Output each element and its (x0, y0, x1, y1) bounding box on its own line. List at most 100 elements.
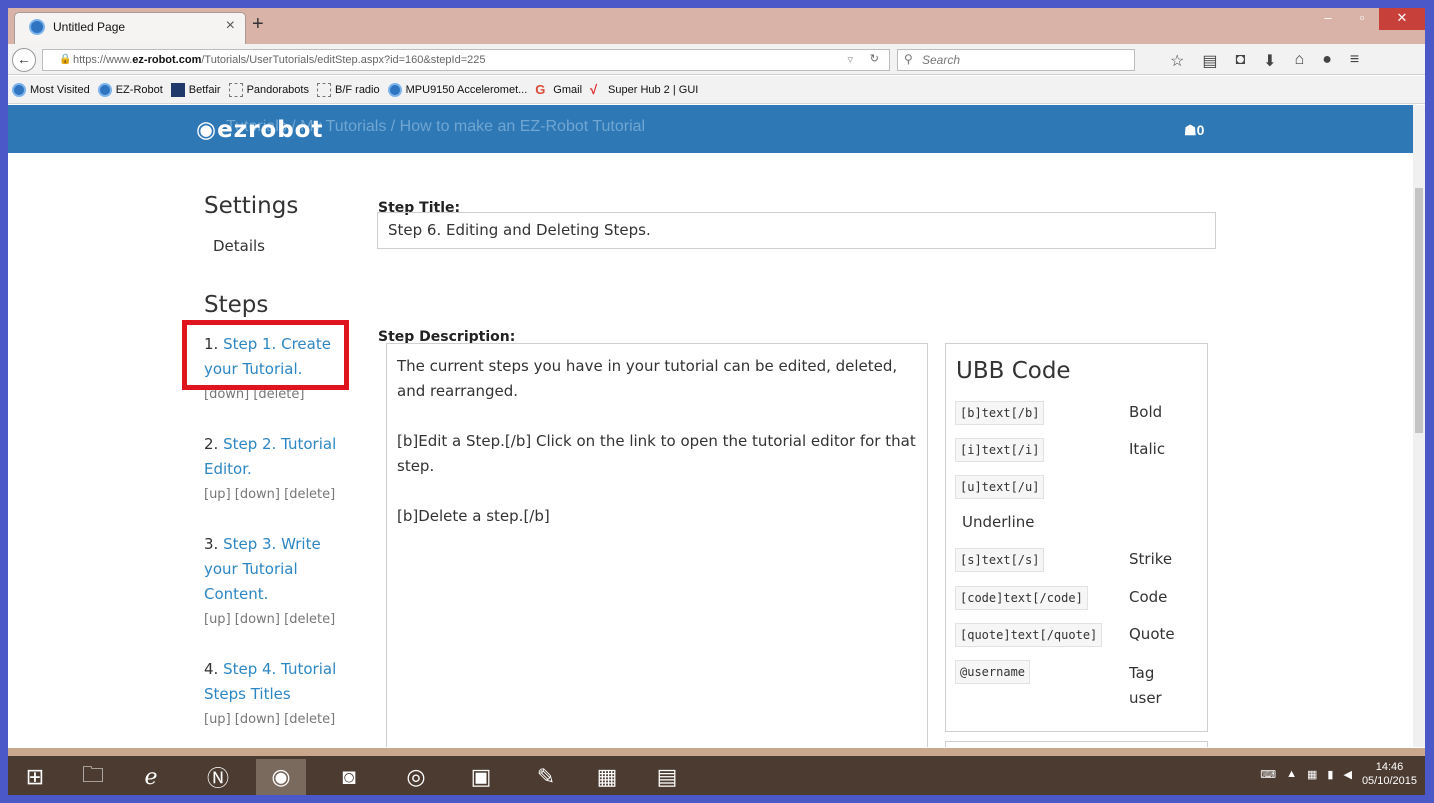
folder-icon (228, 82, 243, 97)
ubb-code: [quote]text[/quote] (955, 623, 1103, 647)
browser-tab[interactable]: Untitled Page × (14, 12, 246, 44)
restore-button[interactable]: ▫ (1345, 8, 1379, 30)
camera-icon[interactable]: ◎ (391, 759, 441, 795)
download-icon[interactable]: ⬇ (1263, 51, 1276, 71)
scrollbar-thumb[interactable] (1415, 188, 1423, 433)
ezrobot-icon (387, 82, 402, 97)
search-placeholder: Search (922, 53, 961, 67)
ubb-desc: Strike (1129, 550, 1173, 568)
cart-indicator[interactable]: ☗0 (1184, 122, 1204, 139)
ubb-desc: Italic (1129, 440, 1166, 458)
file-explorer-icon[interactable]: 🗀 (68, 759, 118, 795)
internet-explorer-icon[interactable]: ℯ (126, 759, 176, 795)
url-domain: ez-robot.com (132, 54, 202, 66)
pocket-icon[interactable]: ◘ (1235, 51, 1245, 71)
browser-window: Untitled Page × + – ▫ ✕ ← 🔒 https://www.… (8, 8, 1425, 795)
ezrobot-icon (97, 82, 112, 97)
back-button[interactable]: ← (12, 48, 36, 72)
google-icon: G (535, 81, 546, 97)
step-item: 4. Step 4. Tutorial Steps Titles (204, 660, 337, 703)
bookmark-betfair[interactable]: Betfair (170, 82, 221, 97)
bookmark-star-icon[interactable]: ☆ (1170, 51, 1184, 71)
tab-strip: Untitled Page × + – ▫ ✕ (8, 8, 1425, 44)
site-header: Tutorials / My Tutorials / How to make a… (8, 105, 1413, 153)
favicon-icon (29, 19, 45, 35)
step-title-input[interactable]: Step 6. Editing and Deleting Steps. (377, 212, 1216, 249)
bookmark-gmail[interactable]: G Gmail (535, 81, 582, 97)
page-content: Settings Details Steps 1. Step 1. Create… (8, 153, 1413, 747)
volume-icon[interactable]: ◀ (1343, 768, 1351, 781)
clock-time: 14:46 (1375, 761, 1404, 773)
ubb-desc: Tag user (1129, 664, 1162, 707)
chat-icon[interactable]: ● (1322, 51, 1332, 71)
bookmark-bf-radio[interactable]: B/F radio (316, 82, 380, 97)
step-item: 2. Step 2. Tutorial Editor. (204, 435, 337, 478)
search-box[interactable]: ⚲ Search (897, 49, 1135, 71)
show-hidden-icon[interactable]: ▲ (1286, 768, 1297, 780)
firefox-taskbar-icon[interactable]: ◉ (256, 759, 306, 795)
url-prefix: https://www. (73, 54, 133, 66)
folder-icon (316, 82, 331, 97)
ubb-desc: Code (1129, 588, 1168, 606)
image-viewer-icon[interactable]: ▦ (582, 759, 632, 795)
system-tray: ⌨ ▲ ▦ ▮ ◀ 14:46 05/10/2015 (1260, 760, 1417, 788)
step-controls[interactable]: [up] [down] [delete] (204, 612, 335, 627)
ubb-code: [b]text[/b] (955, 401, 1045, 425)
step-link[interactable]: Step 4. Tutorial Steps Titles (204, 660, 336, 703)
url-path: /Tutorials/UserTutorials/editStep.aspx?i… (201, 54, 486, 66)
app-icon[interactable]: Ⓝ (193, 759, 243, 795)
toolbar-icons: ☆ ▤ ◘ ⬇ ⌂ ● ≡ (1170, 51, 1359, 71)
settings-heading: Settings (204, 193, 299, 219)
reload-icon[interactable]: ↻ (870, 52, 879, 65)
minimize-button[interactable]: – (1311, 8, 1345, 30)
reading-list-icon[interactable]: ▤ (1202, 51, 1217, 71)
bookmark-pandorabots[interactable]: Pandorabots (228, 82, 309, 97)
ubb-code-panel: UBB Code [b]text[/b] Bold [i]text[/i] It… (945, 343, 1208, 732)
clock[interactable]: 14:46 05/10/2015 (1362, 760, 1417, 788)
bookmark-mpu9150[interactable]: MPU9150 Acceleromet... (387, 82, 527, 97)
home-icon[interactable]: ⌂ (1295, 51, 1305, 71)
menu-icon[interactable]: ≡ (1350, 51, 1359, 71)
ubb-desc: Quote (1129, 625, 1175, 643)
start-icon[interactable]: ⊞ (10, 759, 60, 795)
tab-close-icon[interactable]: × (226, 17, 235, 35)
site-logo[interactable]: ◉ezrobot (196, 117, 323, 143)
paint-icon[interactable]: ✎ (521, 759, 571, 795)
clock-date: 05/10/2015 (1361, 775, 1417, 787)
highlight-box (182, 320, 349, 390)
details-link[interactable]: Details (213, 234, 265, 259)
secondary-panel (945, 741, 1208, 747)
ubb-title: UBB Code (956, 358, 1071, 384)
bookmark-super-hub[interactable]: √ Super Hub 2 | GUI (590, 81, 698, 97)
ubb-code: [i]text[/i] (955, 438, 1045, 462)
dropdown-icon[interactable]: ▿ (847, 53, 853, 66)
headphones-icon[interactable]: ◙ (324, 759, 374, 795)
ubb-code: [s]text[/s] (955, 548, 1045, 572)
photos-icon[interactable]: ▤ (642, 759, 692, 795)
keyboard-icon[interactable]: ⌨ (1260, 768, 1276, 781)
navigation-bar: ← 🔒 https://www.ez-robot.com/Tutorials/U… (8, 44, 1425, 75)
close-window-button[interactable]: ✕ (1379, 8, 1425, 30)
tab-title: Untitled Page (53, 20, 126, 34)
monitor-icon[interactable]: ▣ (456, 759, 506, 795)
address-bar[interactable]: 🔒 https://www.ez-robot.com/Tutorials/Use… (42, 49, 890, 71)
bookmarks-bar: Most Visited EZ-Robot Betfair Pandorabot… (8, 76, 1425, 104)
step-description-textarea[interactable]: The current steps you have in your tutor… (386, 343, 928, 747)
bookmark-most-visited[interactable]: Most Visited (12, 82, 90, 97)
cart-count: 0 (1196, 122, 1205, 138)
signal-icon[interactable]: ▮ (1327, 768, 1333, 781)
ubb-desc: Bold (1129, 403, 1163, 421)
new-tab-button[interactable]: + (252, 14, 264, 34)
ubb-code: [u]text[/u] (955, 475, 1045, 499)
step-link[interactable]: Step 2. Tutorial Editor. (204, 435, 336, 478)
search-icon: ⚲ (904, 52, 913, 66)
step-link[interactable]: Step 3. Write your Tutorial Content. (204, 535, 321, 603)
network-icon[interactable]: ▦ (1307, 768, 1317, 781)
ubb-desc: Underline (962, 513, 1035, 531)
cart-icon: ☗ (1184, 122, 1197, 138)
bookmark-ez-robot[interactable]: EZ-Robot (97, 82, 163, 97)
step-controls[interactable]: [up] [down] [delete] (204, 712, 335, 727)
checkmark-icon: √ (590, 81, 598, 97)
step-controls[interactable]: [up] [down] [delete] (204, 487, 335, 502)
lock-icon: 🔒 (59, 54, 72, 65)
